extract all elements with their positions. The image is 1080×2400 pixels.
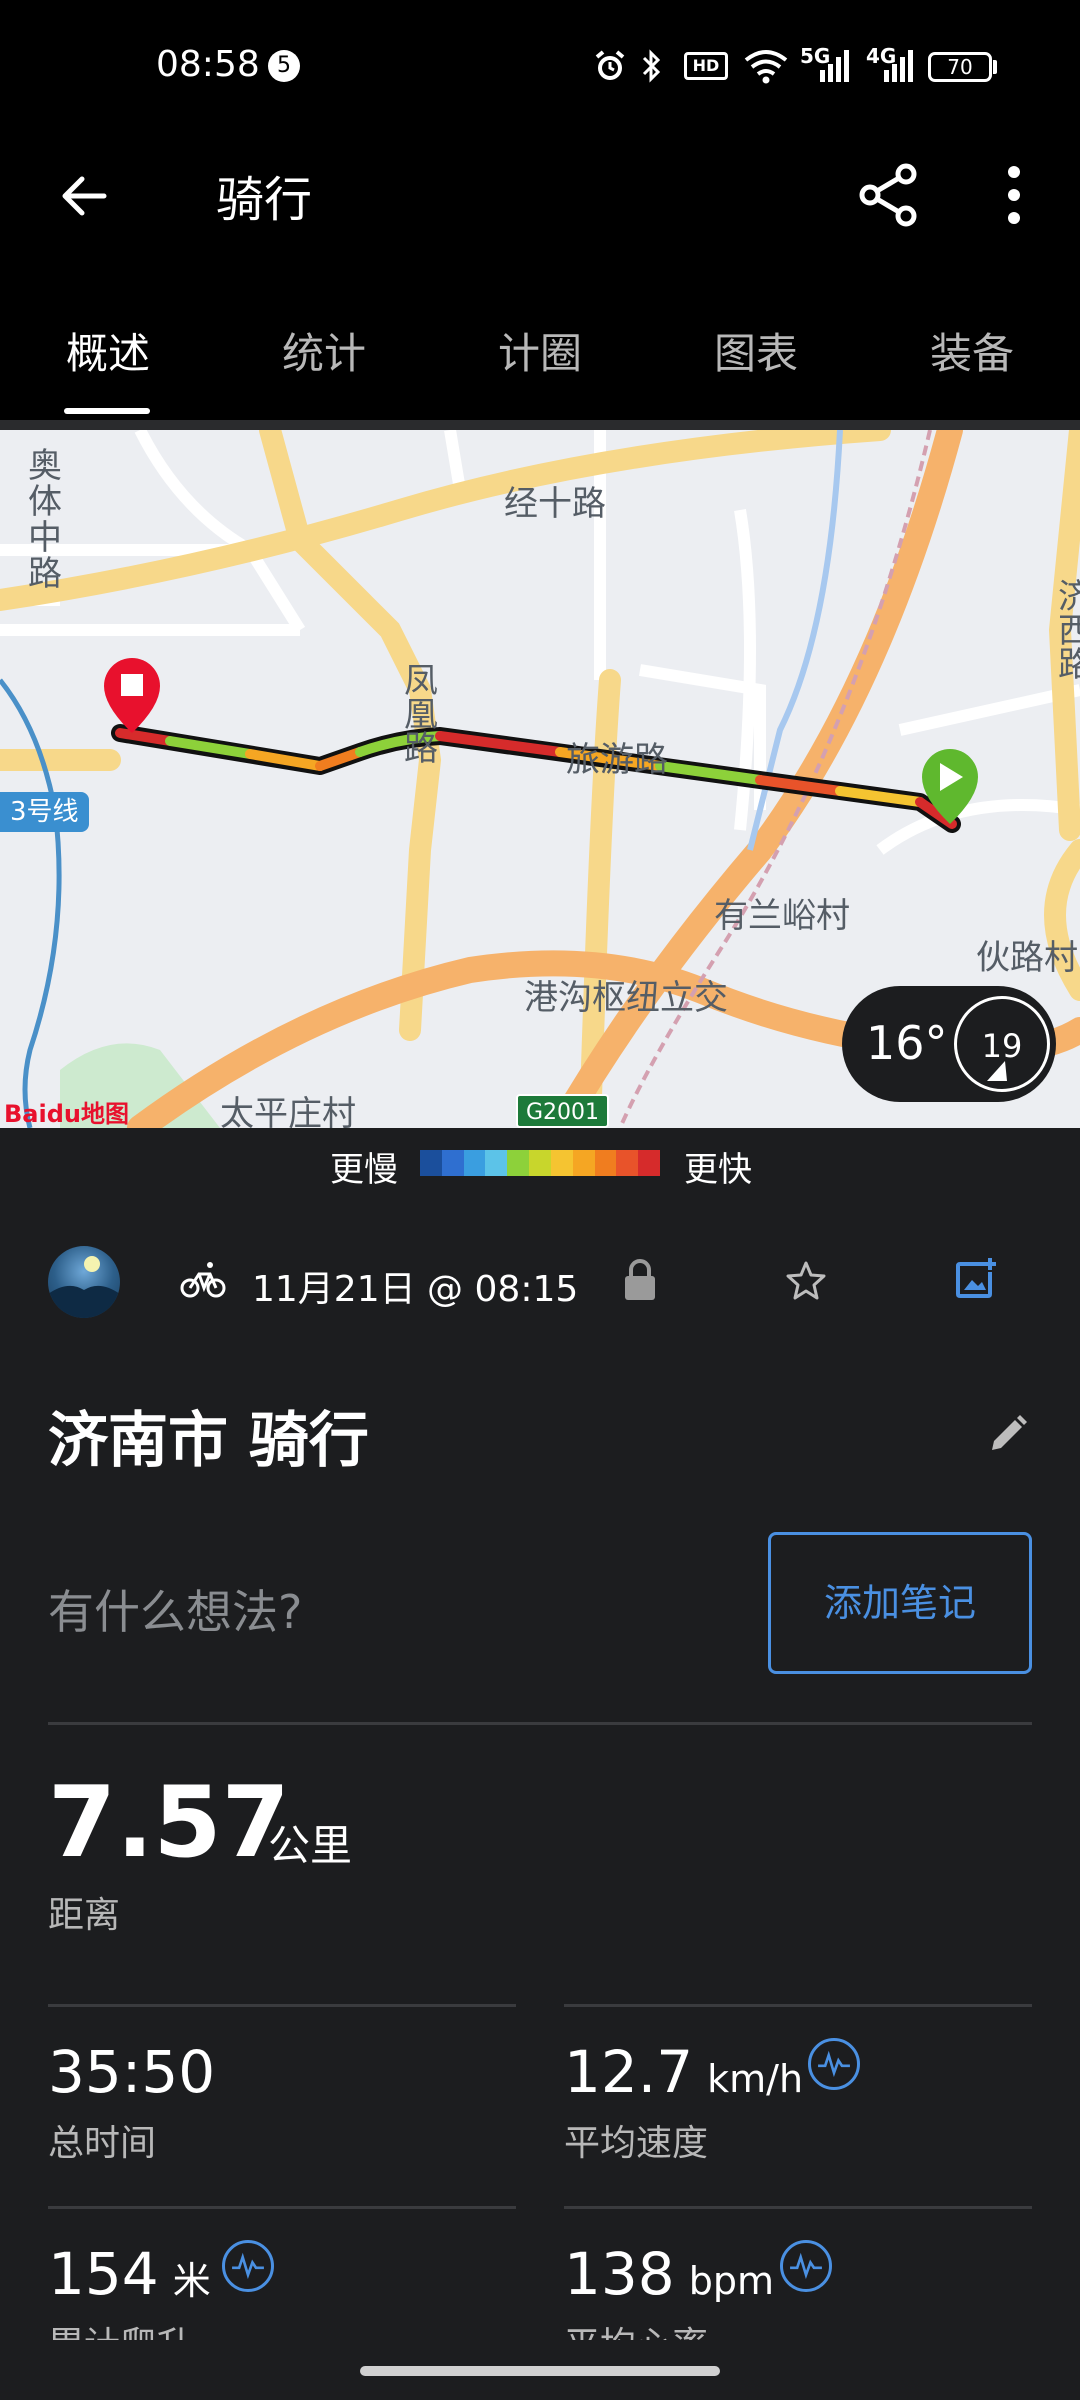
speed-chart-icon[interactable] — [808, 2038, 860, 2090]
star-icon[interactable] — [786, 1260, 826, 1300]
activity-date: 11月21日 @ 08:15 — [252, 1269, 579, 1310]
divider — [48, 1722, 1032, 1725]
add-photo-icon[interactable] — [954, 1256, 998, 1300]
legend-color-swatch — [594, 1150, 617, 1176]
page-title: 骑行 — [216, 172, 313, 228]
wifi-icon — [744, 50, 788, 84]
elevation-chart-icon[interactable] — [222, 2240, 274, 2292]
map-label-aoti: 奥体中路 — [28, 446, 62, 594]
legend-color-scale — [420, 1150, 660, 1176]
edit-pencil-icon[interactable] — [988, 1414, 1028, 1454]
legend-color-swatch — [572, 1150, 595, 1176]
distance-unit: 公里 — [268, 1821, 353, 1870]
wind-dial-icon: 19 — [954, 996, 1050, 1092]
map-label-youlanyu: 有兰峪村 — [714, 896, 850, 936]
legend-color-swatch — [638, 1150, 660, 1176]
bluetooth-icon — [642, 49, 661, 83]
route-map[interactable]: 奥体中路 经十路 凤凰路 旅游路 有兰峪村 港沟枢纽立交 太平庄村 伙路村 济西… — [0, 430, 1080, 1128]
more-options-icon[interactable] — [1000, 162, 1028, 228]
legend-color-swatch — [616, 1150, 639, 1176]
elevation-row: 154 米 — [48, 2240, 211, 2308]
tab-laps[interactable]: 计圈 — [470, 320, 610, 381]
add-note-button[interactable]: 添加笔记 — [768, 1532, 1032, 1674]
map-label-jingxi: 济西路 — [1058, 577, 1080, 685]
tab-stats[interactable]: 统计 — [254, 320, 394, 381]
alarm-icon — [595, 50, 625, 80]
total-time-label: 总时间 — [48, 2123, 157, 2164]
distance-value: 7.57 — [48, 1766, 290, 1880]
status-time: 08:58 — [156, 44, 260, 85]
share-icon[interactable] — [858, 162, 920, 228]
home-indicator[interactable] — [360, 2366, 720, 2376]
baidu-logo: Baidu地图 — [4, 1100, 129, 1128]
notification-count-badge: 5 — [268, 50, 300, 82]
temperature-value: 16° — [866, 1016, 948, 1070]
avg-speed-label: 平均速度 — [564, 2123, 709, 2164]
tab-bar: 概述 统计 计圈 图表 装备 — [0, 280, 1080, 420]
bicycle-icon — [180, 1262, 226, 1298]
signal-4g-icon — [884, 50, 913, 82]
heart-rate-chart-icon[interactable] — [780, 2240, 832, 2292]
lock-icon[interactable] — [622, 1258, 658, 1302]
activity-title: 济南市 骑行 — [48, 1406, 369, 1476]
tab-separator — [0, 420, 1080, 430]
highway-shield: G2001 — [516, 1094, 610, 1128]
legend-color-swatch — [420, 1150, 442, 1176]
elevation-unit: 米 — [172, 2259, 211, 2303]
tab-gear[interactable]: 装备 — [902, 320, 1042, 381]
note-prompt[interactable]: 有什么想法? — [48, 1576, 302, 1642]
app-bar: 骑行 — [0, 130, 1080, 280]
hd-icon: HD — [684, 52, 728, 80]
legend-color-swatch — [507, 1150, 530, 1176]
map-label-jingshi: 经十路 — [504, 484, 606, 524]
legend-color-swatch — [550, 1150, 573, 1176]
divider — [48, 2004, 516, 2007]
metro-line-badge: 3号线 — [0, 792, 89, 832]
legend-color-swatch — [441, 1150, 464, 1176]
map-label-ganggou: 港沟枢纽立交 — [524, 978, 728, 1018]
map-label-fenghuang: 凤凰路 — [404, 661, 438, 769]
avg-speed-unit: km/h — [707, 2057, 804, 2101]
battery-icon: 70 — [928, 52, 992, 82]
legend-slower-label: 更慢 — [330, 1150, 398, 1190]
divider — [564, 2206, 1032, 2209]
avg-hr-unit: bpm — [688, 2259, 774, 2303]
avatar-image — [48, 1256, 120, 1318]
speed-legend: 更慢 更快 — [0, 1128, 1080, 1198]
avatar[interactable] — [48, 1246, 120, 1318]
distance-label: 距离 — [48, 1895, 121, 1936]
status-bar: 08:58 5 HD 5G 4G 70 — [0, 0, 1080, 130]
avg-speed-row: 12.7 km/h — [564, 2038, 803, 2106]
legend-faster-label: 更快 — [684, 1150, 752, 1190]
wind-direction-icon — [987, 1061, 1007, 1081]
total-time-value: 35:50 — [48, 2038, 216, 2106]
battery-cap — [993, 60, 997, 74]
tab-charts[interactable]: 图表 — [686, 320, 826, 381]
avg-hr-value: 138 — [564, 2240, 675, 2308]
legend-color-swatch — [529, 1150, 551, 1176]
weather-pill: 16° 19 — [842, 986, 1056, 1102]
elevation-value: 154 — [48, 2240, 159, 2308]
tab-overview[interactable]: 概述 — [38, 320, 178, 381]
back-arrow-icon[interactable] — [56, 168, 112, 224]
active-tab-indicator — [64, 408, 150, 414]
divider — [564, 2004, 1032, 2007]
signal-5g-icon — [820, 50, 849, 82]
legend-color-swatch — [463, 1150, 486, 1176]
avg-speed-value: 12.7 — [564, 2038, 694, 2106]
map-label-huolu: 伙路村 — [976, 938, 1078, 978]
map-label-lvyou: 旅游路 — [566, 740, 668, 780]
avg-hr-row: 138 bpm — [564, 2240, 774, 2308]
legend-color-swatch — [485, 1150, 508, 1176]
map-label-taiping: 太平庄村 — [220, 1094, 356, 1128]
divider — [48, 2206, 516, 2209]
